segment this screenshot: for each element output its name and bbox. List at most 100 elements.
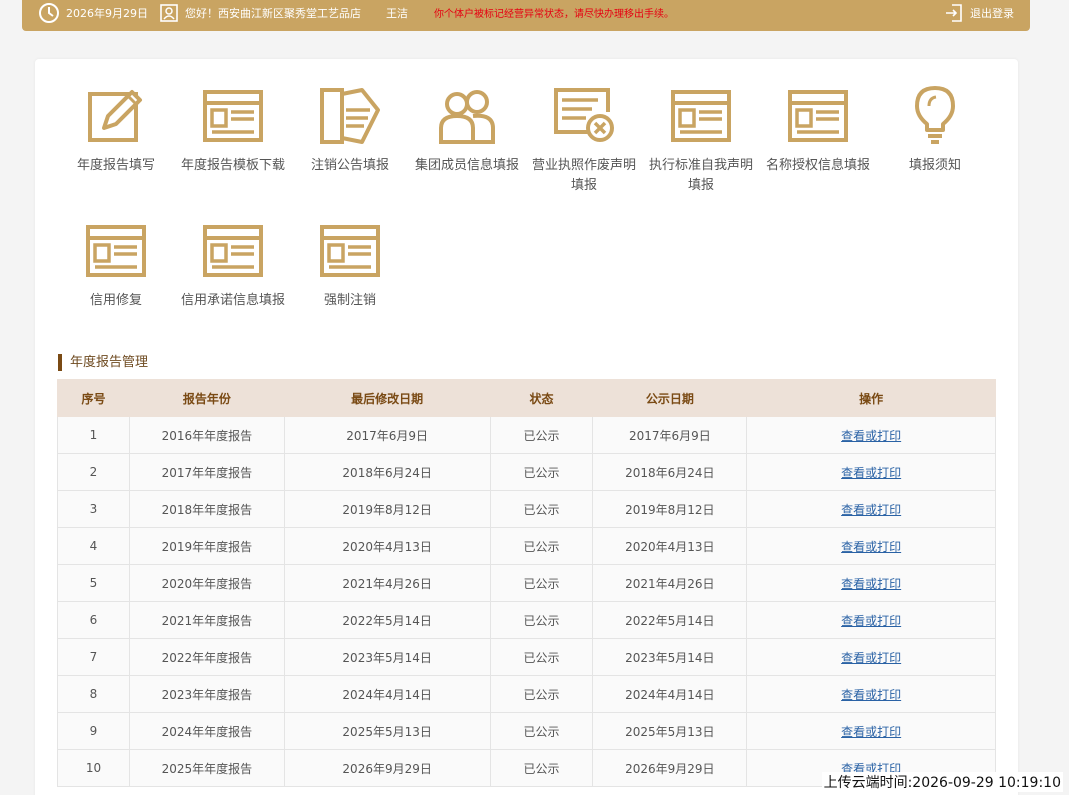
- cell-publish: 2026年9月29日: [592, 749, 748, 787]
- tile-name-authorization[interactable]: 名称授权信息填报: [763, 84, 873, 176]
- cell-index: 8: [57, 675, 130, 713]
- cell-index: 7: [57, 638, 130, 676]
- view-print-link[interactable]: 查看或打印: [841, 688, 901, 702]
- table-row: 4 2019年年度报告 2020年4月13日 已公示 2020年4月13日 查看或打印: [57, 527, 996, 565]
- cell-publish: 2020年4月13日: [592, 527, 748, 565]
- cell-index: 6: [57, 601, 130, 639]
- cell-action: 查看或打印: [746, 416, 996, 454]
- table-row: 1 2016年年度报告 2017年6月9日 已公示 2017年6月9日 查看或打印: [57, 416, 996, 454]
- tile-label: 年度报告模板下载: [180, 158, 285, 173]
- tile-forced-cancel[interactable]: 强制注销: [295, 219, 405, 311]
- tile-cancel-notice[interactable]: 注销公告填报: [295, 84, 405, 176]
- tile-annual-report-fill[interactable]: 年度报告填写: [61, 84, 171, 176]
- cancel-notice-icon: [320, 88, 380, 144]
- tile-standard-declaration[interactable]: 执行标准自我声明填报: [646, 84, 756, 196]
- cell-publish: 2021年4月26日: [592, 564, 748, 602]
- lightbulb-icon: [915, 86, 955, 144]
- cell-modified: 2025年5月13日: [283, 712, 491, 750]
- credit-repair-icon: [86, 225, 146, 277]
- table-row: 8 2023年年度报告 2024年4月14日 已公示 2024年4月14日 查看或打印: [57, 675, 996, 713]
- view-print-link[interactable]: 查看或打印: [841, 725, 901, 739]
- section-title: 年度报告管理: [58, 354, 148, 371]
- tile-label: 注销公告填报: [310, 158, 389, 173]
- clock-icon: [39, 2, 59, 23]
- view-print-link[interactable]: 查看或打印: [841, 503, 901, 517]
- annual-report-table: 序号 报告年份 最后修改日期 状态 公示日期 操作 1 2016年年度报告 2017…: [57, 379, 996, 787]
- cell-status: 已公示: [489, 749, 594, 787]
- tile-group-members[interactable]: 集团成员信息填报: [412, 84, 522, 176]
- cell-modified: 2019年8月12日: [283, 490, 491, 528]
- cell-modified: 2026年9月29日: [283, 749, 491, 787]
- table-row: 3 2018年年度报告 2019年8月12日 已公示 2019年8月12日 查看或打印: [57, 490, 996, 528]
- tile-label: 集团成员信息填报: [414, 158, 519, 173]
- tile-label: 强制注销: [323, 293, 376, 308]
- tile-credit-promise[interactable]: 信用承诺信息填报: [178, 219, 288, 311]
- table-row: 5 2020年年度报告 2021年4月26日 已公示 2021年4月26日 查看或打印: [57, 564, 996, 602]
- cell-modified: 2018年6月24日: [283, 453, 491, 491]
- table-row: 7 2022年年度报告 2023年5月14日 已公示 2023年5月14日 查看或打印: [57, 638, 996, 676]
- cell-index: 5: [57, 564, 130, 602]
- col-header-publish: 公示日期: [592, 379, 748, 417]
- col-header-modified: 最后修改日期: [283, 379, 491, 417]
- cell-status: 已公示: [489, 675, 594, 713]
- cell-index: 3: [57, 490, 130, 528]
- cell-index: 1: [57, 416, 130, 454]
- cell-year: 2024年年度报告: [128, 712, 285, 750]
- cell-status: 已公示: [489, 564, 594, 602]
- forced-cancel-icon: [320, 225, 380, 277]
- abnormal-warning: 你个体户被标记经营异常状态，请尽快办理移出手续。: [434, 9, 674, 20]
- cell-action: 查看或打印: [746, 453, 996, 491]
- cell-year: 2018年年度报告: [128, 490, 285, 528]
- cell-action: 查看或打印: [746, 638, 996, 676]
- tile-license-void[interactable]: 营业执照作废声明填报: [529, 84, 639, 196]
- cell-index: 2: [57, 453, 130, 491]
- view-print-link[interactable]: 查看或打印: [841, 614, 901, 628]
- cell-modified: 2024年4月14日: [283, 675, 491, 713]
- greeting-text: 您好！西安曲江新区聚秀堂工艺品店: [185, 6, 361, 20]
- cell-year: 2025年年度报告: [128, 749, 285, 787]
- view-print-link[interactable]: 查看或打印: [841, 466, 901, 480]
- license-void-icon: [554, 88, 614, 142]
- cell-status: 已公示: [489, 416, 594, 454]
- table-header-row: 序号 报告年份 最后修改日期 状态 公示日期 操作: [57, 379, 996, 417]
- tile-template-download[interactable]: 年度报告模板下载: [178, 84, 288, 176]
- cell-year: 2021年年度报告: [128, 601, 285, 639]
- cell-modified: 2021年4月26日: [283, 564, 491, 602]
- cell-publish: 2023年5月14日: [592, 638, 748, 676]
- cell-year: 2019年年度报告: [128, 527, 285, 565]
- table-row: 2 2017年年度报告 2018年6月24日 已公示 2018年6月24日 查看或打印: [57, 453, 996, 491]
- cell-action: 查看或打印: [746, 712, 996, 750]
- tile-label: 信用承诺信息填报: [180, 293, 285, 308]
- view-print-link[interactable]: 查看或打印: [841, 429, 901, 443]
- cell-status: 已公示: [489, 490, 594, 528]
- view-print-link[interactable]: 查看或打印: [841, 577, 901, 591]
- tile-filing-notes[interactable]: 填报须知: [880, 84, 990, 176]
- cell-status: 已公示: [489, 527, 594, 565]
- cell-year: 2020年年度报告: [128, 564, 285, 602]
- tile-label: 执行标准自我声明填报: [648, 158, 753, 193]
- tile-label: 填报须知: [908, 158, 961, 173]
- table-body: 1 2016年年度报告 2017年6月9日 已公示 2017年6月9日 查看或打印 2 201…: [57, 416, 996, 787]
- tile-credit-repair[interactable]: 信用修复: [61, 219, 171, 311]
- cell-publish: 2017年6月9日: [592, 416, 748, 454]
- tile-label: 信用修复: [89, 293, 142, 308]
- edit-icon: [88, 90, 142, 142]
- cell-status: 已公示: [489, 638, 594, 676]
- cell-action: 查看或打印: [746, 527, 996, 565]
- top-bar: 2026年9月29日 您好！西安曲江新区聚秀堂工艺品店 王洁 你个体户被标记经营…: [22, 0, 1030, 31]
- tile-label: 名称授权信息填报: [765, 158, 870, 173]
- name-auth-icon: [788, 90, 848, 142]
- view-print-link[interactable]: 查看或打印: [841, 540, 901, 554]
- upload-timestamp: 上传云端时间:2026-09-29 10:19:10: [821, 772, 1063, 792]
- col-header-year: 报告年份: [128, 379, 285, 417]
- date-block: 2026年9月29日: [38, 0, 148, 25]
- cell-publish: 2022年5月14日: [592, 601, 748, 639]
- cell-year: 2022年年度报告: [128, 638, 285, 676]
- col-header-index: 序号: [57, 379, 130, 417]
- standard-icon: [671, 90, 731, 142]
- logout-button[interactable]: 退出登录: [944, 0, 1014, 25]
- user-card-icon: [160, 3, 178, 22]
- cell-publish: 2024年4月14日: [592, 675, 748, 713]
- view-print-link[interactable]: 查看或打印: [841, 651, 901, 665]
- cell-index: 4: [57, 527, 130, 565]
